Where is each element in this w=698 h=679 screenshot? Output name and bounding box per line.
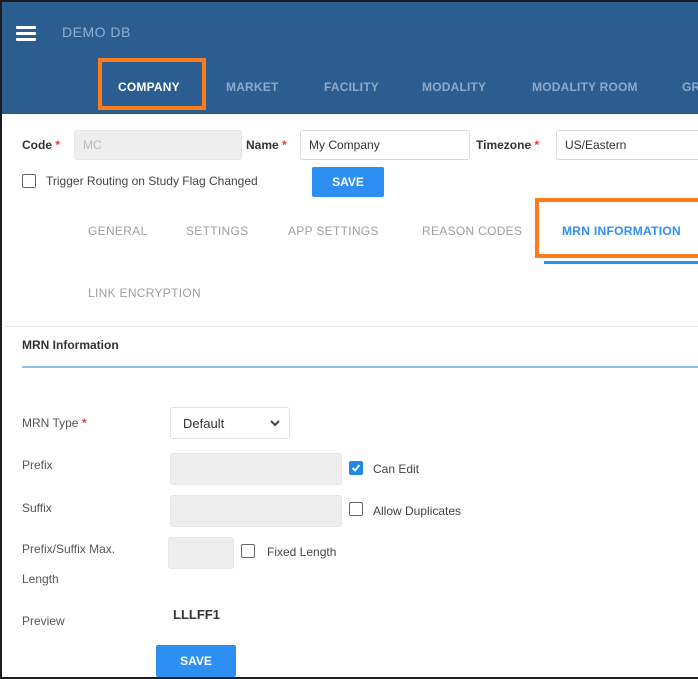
nav-tab-modality-room[interactable]: MODALITY ROOM: [532, 80, 638, 94]
subtab-reason-codes[interactable]: REASON CODES: [422, 224, 522, 238]
mrn-tab-highlight: [535, 198, 698, 258]
code-label: Code *: [22, 138, 61, 152]
prefix-input[interactable]: [170, 453, 342, 485]
mrn-type-value: Default: [183, 416, 225, 431]
max-length-label-line2: Length: [22, 572, 59, 586]
section-underline: [22, 366, 698, 368]
active-subtab-underline: [544, 261, 698, 264]
mrn-save-button[interactable]: SAVE: [156, 645, 236, 677]
subtab-settings[interactable]: SETTINGS: [186, 224, 248, 238]
code-input[interactable]: MC: [74, 130, 242, 160]
nav-tab-modality[interactable]: MODALITY: [422, 80, 486, 94]
timezone-label: Timezone *: [476, 138, 540, 152]
fixed-length-checkbox[interactable]: [241, 544, 255, 558]
name-input[interactable]: My Company: [300, 130, 470, 160]
nav-tab-facility[interactable]: FACILITY: [324, 80, 379, 94]
allow-duplicates-checkbox[interactable]: [349, 502, 363, 516]
mrn-type-select[interactable]: Default: [170, 407, 290, 439]
prefix-label: Prefix: [22, 458, 53, 472]
nav-tab-gr[interactable]: GR: [682, 80, 698, 94]
nav-tab-market[interactable]: MARKET: [226, 80, 279, 94]
hamburger-menu-icon[interactable]: [16, 26, 36, 41]
chevron-down-icon: [270, 420, 280, 427]
suffix-input[interactable]: [170, 495, 342, 527]
subtab-link-encryption[interactable]: LINK ENCRYPTION: [88, 286, 201, 300]
preview-value: LLLFF1: [173, 607, 220, 622]
trigger-routing-checkbox[interactable]: [22, 174, 36, 188]
app-window: DEMO DB COMPANY MARKET FACILITY MODALITY…: [0, 0, 698, 679]
can-edit-checkbox[interactable]: [349, 461, 363, 475]
allow-duplicates-label: Allow Duplicates: [373, 504, 462, 518]
checkmark-icon: [351, 464, 361, 472]
subtab-app-settings[interactable]: APP SETTINGS: [288, 224, 379, 238]
max-length-input[interactable]: [168, 537, 234, 569]
trigger-routing-label: Trigger Routing on Study Flag Changed: [46, 174, 258, 188]
company-save-button[interactable]: SAVE: [312, 167, 384, 197]
company-tab-highlight: [98, 58, 206, 110]
timezone-select[interactable]: US/Eastern: [556, 130, 698, 160]
subtab-general[interactable]: GENERAL: [88, 224, 147, 238]
can-edit-label: Can Edit: [373, 462, 420, 476]
tabs-divider: [4, 326, 698, 327]
max-length-label-line1: Prefix/Suffix Max.: [22, 542, 116, 556]
app-title: DEMO DB: [62, 24, 131, 40]
fixed-length-label: Fixed Length: [267, 545, 337, 559]
mrn-type-label: MRN Type *: [22, 416, 87, 430]
preview-label: Preview: [22, 614, 65, 628]
suffix-label: Suffix: [22, 501, 52, 515]
section-title: MRN Information: [22, 338, 119, 352]
name-label: Name *: [246, 138, 287, 152]
